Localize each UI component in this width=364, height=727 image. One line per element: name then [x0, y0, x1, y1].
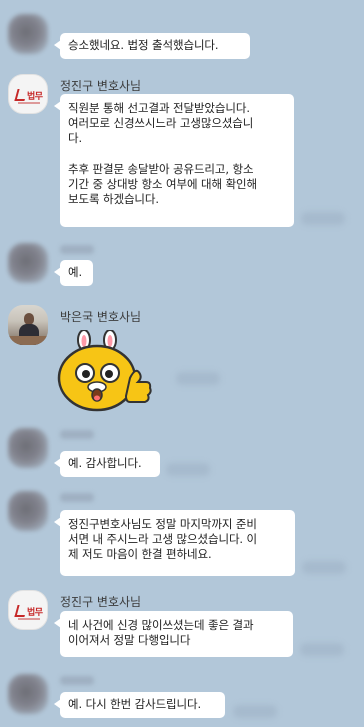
blurred-sender-name — [60, 493, 94, 502]
avatar[interactable] — [8, 14, 48, 54]
avatar[interactable]: 법무 — [8, 74, 48, 114]
blurred-timestamp — [302, 561, 346, 574]
sender-name: 정진구 변호사님 — [60, 79, 142, 93]
message-bubble[interactable]: 직원분 통해 선고결과 전달받았습니다. 여러모로 신경쓰시느라 고생많으셨습니… — [54, 94, 294, 227]
message-bubble[interactable]: 네 사건에 신경 많이쓰셨는데 좋은 결과 이어져서 정말 다행입니다 — [54, 611, 293, 657]
law-firm-logo-icon — [14, 605, 28, 617]
logo-underline — [18, 618, 40, 620]
rabbit-hat-thumbs-up-emoticon[interactable] — [56, 330, 152, 414]
avatar[interactable] — [8, 305, 48, 345]
blurred-timestamp — [301, 212, 345, 225]
message-bubble[interactable]: 정진구변호사님도 정말 마지막까지 준비 서면 내 주시느라 고생 많으셨습니다… — [54, 510, 295, 576]
avatar[interactable] — [8, 491, 48, 531]
chat-log: 승소했네요. 법정 출석했습니다. 법무 정진구 변호사님 직원분 통해 선고결… — [0, 0, 364, 727]
law-firm-logo-text: 법무 — [27, 92, 43, 102]
message-bubble[interactable]: 예. — [54, 260, 93, 286]
logo-underline — [18, 102, 40, 104]
sender-name: 박은국 변호사님 — [60, 310, 142, 324]
avatar[interactable] — [8, 674, 48, 714]
avatar[interactable] — [8, 243, 48, 283]
desk — [8, 336, 48, 345]
blurred-sender-name — [60, 676, 94, 685]
law-firm-logo-text: 법무 — [27, 608, 43, 618]
law-firm-logo-icon — [14, 89, 28, 101]
avatar[interactable] — [8, 428, 48, 468]
message-bubble[interactable]: 승소했네요. 법정 출석했습니다. — [54, 33, 250, 59]
blurred-sender-name — [60, 430, 94, 439]
message-bubble[interactable]: 예. 다시 한번 감사드립니다. — [54, 692, 225, 718]
blurred-sender-name — [60, 245, 94, 254]
blurred-timestamp — [233, 705, 277, 718]
message-bubble[interactable]: 예. 감사합니다. — [54, 451, 160, 477]
blurred-timestamp — [300, 643, 344, 656]
avatar[interactable]: 법무 — [8, 590, 48, 630]
blurred-timestamp — [166, 463, 210, 476]
sender-name: 정진구 변호사님 — [60, 595, 142, 609]
blurred-timestamp — [176, 372, 220, 385]
